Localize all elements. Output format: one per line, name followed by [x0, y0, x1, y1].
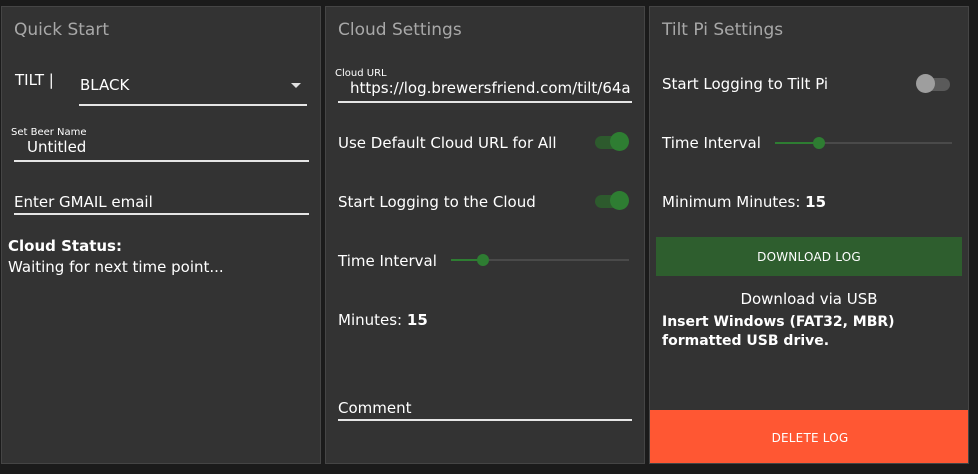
- cloud-url-label: Cloud URL: [335, 68, 387, 79]
- tilt-pi-interval-label: Time Interval: [662, 134, 761, 152]
- default-url-toggle[interactable]: [593, 132, 629, 152]
- download-log-button[interactable]: DOWNLOAD LOG: [656, 237, 962, 276]
- beer-name-label: Set Beer Name: [11, 127, 87, 138]
- default-url-label: Use Default Cloud URL for All: [338, 134, 557, 152]
- tilt-pi-settings-title: Tilt Pi Settings: [662, 20, 784, 40]
- delete-log-button[interactable]: DELETE LOG: [650, 410, 968, 463]
- quick-start-title: Quick Start: [14, 20, 110, 40]
- cloud-logging-toggle[interactable]: [593, 191, 629, 211]
- tilt-pi-logging-label: Start Logging to Tilt Pi: [662, 75, 829, 93]
- cloud-url-value: https://log.brewersfriend.com/tilt/64aec: [350, 79, 630, 97]
- toggle-knob: [610, 191, 629, 210]
- tilt-color-select[interactable]: BLACK: [79, 69, 307, 106]
- slider-thumb[interactable]: [813, 137, 826, 149]
- beer-name-value: Untitled: [27, 138, 87, 156]
- chevron-down-icon: [291, 83, 301, 88]
- cloud-settings-title: Cloud Settings: [338, 20, 462, 40]
- comment-placeholder: Comment: [338, 399, 412, 417]
- cloud-settings-panel: Cloud Settings Cloud URL https://log.bre…: [325, 6, 645, 464]
- tilt-label: TILT |: [15, 71, 54, 89]
- tilt-color-value: BLACK: [80, 76, 130, 94]
- usb-instructions: Insert Windows (FAT32, MBR) formatted US…: [662, 314, 895, 349]
- cloud-minutes-value: 15: [406, 311, 428, 329]
- cloud-logging-label: Start Logging to the Cloud: [338, 193, 536, 211]
- cloud-status-label: Cloud Status:: [8, 237, 122, 255]
- gmail-placeholder: Enter GMAIL email: [14, 193, 153, 211]
- tilt-pi-settings-panel: Tilt Pi Settings Start Logging to Tilt P…: [649, 6, 969, 464]
- cloud-interval-slider[interactable]: [451, 253, 629, 267]
- tilt-pi-min-minutes: Minimum Minutes: 15: [662, 193, 826, 211]
- quick-start-panel: Quick Start TILT | BLACK Set Beer Name U…: [1, 6, 321, 464]
- min-minutes-value: 15: [805, 193, 827, 211]
- cloud-minutes-label: Minutes:: [338, 311, 403, 329]
- cloud-url-field[interactable]: Cloud URL https://log.brewersfriend.com/…: [335, 65, 632, 103]
- cloud-status-value: Waiting for next time point...: [8, 258, 224, 276]
- cloud-interval-label: Time Interval: [338, 252, 437, 270]
- comment-field[interactable]: Comment: [338, 393, 632, 421]
- tilt-pi-interval-slider[interactable]: [775, 136, 952, 150]
- toggle-knob: [610, 132, 629, 151]
- beer-name-field[interactable]: Set Beer Name Untitled: [11, 124, 309, 162]
- cloud-minutes: Minutes: 15: [338, 311, 428, 329]
- toggle-knob: [916, 74, 935, 93]
- min-minutes-label: Minimum Minutes:: [662, 193, 801, 211]
- tilt-pi-logging-toggle[interactable]: [916, 74, 952, 94]
- download-usb-label: Download via USB: [740, 290, 878, 308]
- slider-thumb[interactable]: [477, 254, 490, 266]
- gmail-field[interactable]: Enter GMAIL email: [14, 187, 309, 215]
